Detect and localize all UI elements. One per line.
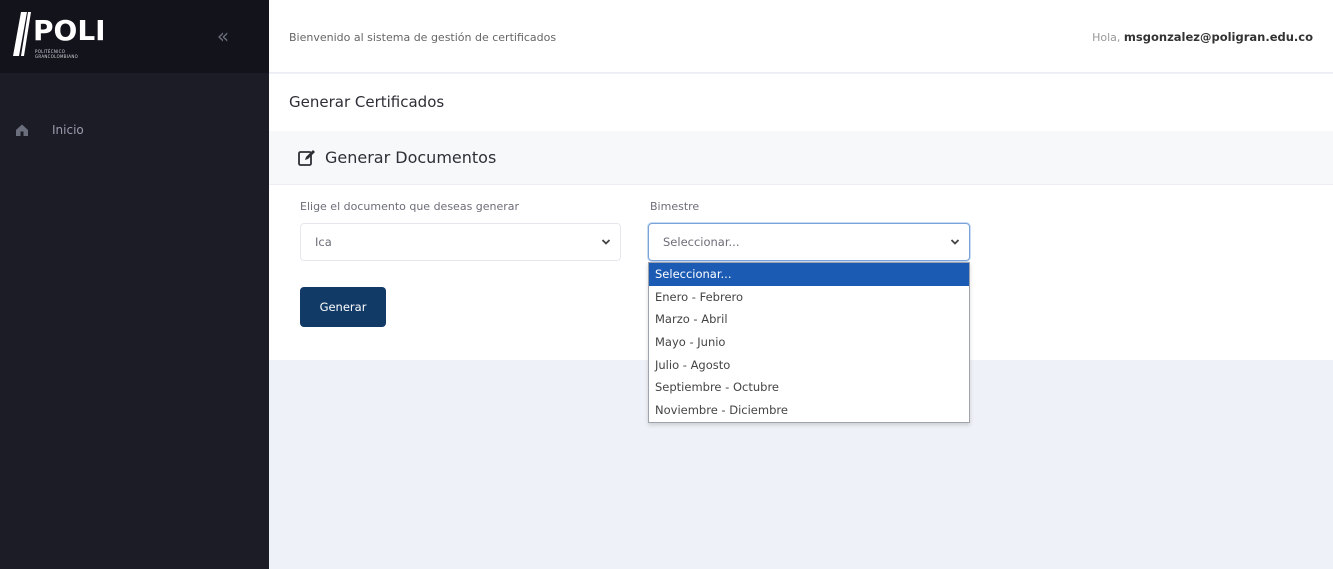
- period-option[interactable]: Noviembre - Diciembre: [649, 399, 969, 422]
- home-icon: [16, 124, 28, 136]
- card-title: Generar Documentos: [325, 148, 497, 167]
- period-option[interactable]: Marzo - Abril: [649, 308, 969, 331]
- period-option[interactable]: Enero - Febrero: [649, 286, 969, 309]
- user-email[interactable]: msgonzalez@poligran.edu.co: [1124, 30, 1313, 44]
- period-label: Bimestre: [650, 200, 700, 213]
- period-dropdown-list: Seleccionar... Enero - Febrero Marzo - A…: [648, 262, 970, 423]
- document-select-value: Ica: [315, 235, 332, 249]
- greeting-prefix: Hola,: [1092, 31, 1121, 44]
- logo-mark-icon: [13, 12, 31, 56]
- welcome-text: Bienvenido al sistema de gestión de cert…: [289, 31, 557, 44]
- logo-subtitle-line-2: GRANCOLOMBIANO: [35, 54, 79, 59]
- logo-subtitle: POLITÉCNICO GRANCOLOMBIANO: [35, 49, 78, 59]
- chevron-down-icon: [950, 239, 960, 245]
- generate-button[interactable]: Generar: [300, 287, 386, 327]
- edit-icon: [298, 149, 315, 166]
- poli-logo: POLI POLITÉCNICO GRANCOLOMBIANO: [7, 8, 117, 66]
- page-title: Generar Certificados: [289, 93, 445, 111]
- document-label: Elige el documento que deseas generar: [300, 200, 520, 213]
- period-option[interactable]: Seleccionar...: [649, 263, 969, 286]
- chevron-down-icon: [601, 239, 611, 245]
- period-option[interactable]: Septiembre - Octubre: [649, 376, 969, 399]
- user-greeting: Hola, msgonzalez@poligran.edu.co: [1092, 30, 1313, 44]
- period-option[interactable]: Julio - Agosto: [649, 354, 969, 377]
- card-header: Generar Documentos: [269, 131, 1333, 185]
- logo-bar: POLI POLITÉCNICO GRANCOLOMBIANO «: [0, 0, 269, 73]
- top-header: Bienvenido al sistema de gestión de cert…: [269, 0, 1333, 73]
- period-select-value: Seleccionar...: [663, 235, 740, 249]
- sidebar: POLI POLITÉCNICO GRANCOLOMBIANO « Inicio: [0, 0, 269, 569]
- period-select[interactable]: Seleccionar...: [648, 223, 970, 261]
- sidebar-item-label: Inicio: [52, 123, 84, 137]
- sidebar-item-inicio[interactable]: Inicio: [0, 112, 269, 148]
- document-select[interactable]: Ica: [300, 223, 621, 261]
- collapse-sidebar-button[interactable]: «: [213, 24, 233, 48]
- page-title-band: Generar Certificados: [269, 74, 1333, 131]
- logo-text: POLI: [33, 14, 106, 47]
- period-option[interactable]: Mayo - Junio: [649, 331, 969, 354]
